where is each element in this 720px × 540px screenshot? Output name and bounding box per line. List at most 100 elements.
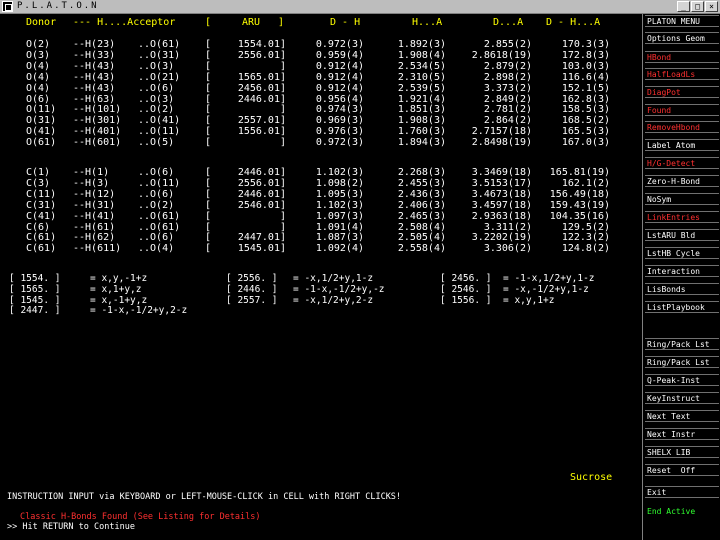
cell-h-a: 1.894(3) xyxy=(397,137,446,149)
menu-item-found[interactable]: Found xyxy=(645,104,719,116)
cell-d-h-a: 124.8(2) xyxy=(561,243,610,255)
cell-hydrogen: --H(43) xyxy=(73,82,116,94)
menu-item-reset-off[interactable]: Reset Off xyxy=(645,464,719,476)
menu-item-shelx-lib[interactable]: SHELX LIB xyxy=(645,446,719,458)
menu-item-q-peak-inst[interactable]: Q-Peak-Inst xyxy=(645,374,719,386)
cell-bracket: [ xyxy=(205,243,212,255)
cell-d-h: 1.091(4) xyxy=(315,221,364,233)
sym-code: [ 1565. ] xyxy=(9,283,61,295)
maximize-button[interactable]: □ xyxy=(691,1,704,12)
cell-donor: C(11) xyxy=(26,188,57,200)
cell-h-a: 1.908(4) xyxy=(397,49,446,61)
menu-item-ring-pack-lst[interactable]: Ring/Pack Lst xyxy=(645,356,719,368)
menu-item-listplaybook[interactable]: ListPlaybook xyxy=(645,301,719,313)
header-aru: ARU xyxy=(242,17,261,28)
cell-d-a: 2.781(2) xyxy=(483,104,532,116)
sym-op: = -1-x,-1/2+y,2-z xyxy=(90,305,188,317)
cell-d-h: 0.969(3) xyxy=(315,115,364,127)
cell-hydrogen: --H(101) xyxy=(73,104,122,116)
cell-aru: ] xyxy=(279,210,286,222)
cell-bracket: [ xyxy=(205,49,212,61)
cell-h-a: 1.908(3) xyxy=(397,115,446,127)
menu-item-halfloadls[interactable]: HalfLoadLs xyxy=(645,68,719,80)
menu-item-platon-menu[interactable]: PLATON MENU xyxy=(645,15,719,27)
menu-item-end-active[interactable]: End Active xyxy=(645,506,719,518)
header-donor: Donor xyxy=(26,17,57,28)
menu-item-interaction[interactable]: Interaction xyxy=(645,265,719,277)
cell-d-h-a: 167.0(3) xyxy=(561,137,610,149)
cell-d-h-a: 162.1(2) xyxy=(561,177,610,189)
cell-d-h-a: 159.43(19) xyxy=(549,199,610,211)
cell-hydrogen: --H(601) xyxy=(73,137,122,149)
cell-aru: 1545.01] xyxy=(237,243,286,255)
sym-op: = -1-x,-1/2+y,-z xyxy=(293,283,385,295)
menu-item-lstaru-bld[interactable]: LstARU Bld xyxy=(645,229,719,241)
cell-d-h: 1.102(3) xyxy=(315,167,364,178)
title-bar: P.L.A.T.O.N _ □ × xyxy=(0,0,720,14)
cell-d-h: 1.095(3) xyxy=(315,188,364,200)
menu-item-label-atom[interactable]: Label Atom xyxy=(645,139,719,151)
cell-hydrogen: --H(41) xyxy=(73,210,116,222)
minimize-button[interactable]: _ xyxy=(677,1,690,12)
cell-d-h-a: 156.49(18) xyxy=(549,188,610,200)
menu-item-ring-pack-lst[interactable]: Ring/Pack Lst xyxy=(645,338,719,350)
cell-donor: O(4) xyxy=(26,71,51,83)
cell-bracket: [ xyxy=(205,93,212,105)
platon-menu-sidebar: PLATON MENU Options Geom HBond HalfLoadLs Di… xyxy=(642,14,720,540)
cell-aru: 2556.01] xyxy=(237,177,286,189)
cell-d-a: 2.864(2) xyxy=(483,115,532,127)
cell-bracket: [ xyxy=(205,167,212,178)
menu-item-diagpot[interactable]: DiagPot xyxy=(645,86,719,98)
cell-hydrogen: --H(12) xyxy=(73,188,116,200)
continue-prompt[interactable]: >> Hit RETURN to Continue xyxy=(7,522,135,532)
cell-d-a: 3.2202(19) xyxy=(471,232,532,244)
sym-op: = x,y,-1+z xyxy=(90,273,148,284)
cell-donor: O(41) xyxy=(26,126,57,138)
menu-item-next-text[interactable]: Next Text xyxy=(645,410,719,422)
cell-bracket: [ xyxy=(205,177,212,189)
header-d-h-a: D - H...A xyxy=(546,17,601,28)
cell-hydrogen: --H(23) xyxy=(73,39,116,50)
cell-aru: 2447.01] xyxy=(237,232,286,244)
cell-acceptor: ..O(2) xyxy=(138,104,175,116)
output-panel[interactable]: Donor --- H....Acceptor [ ARU ] D - H H.… xyxy=(0,14,642,540)
cell-d-a: 3.311(2) xyxy=(483,221,532,233)
cell-d-h-a: 122.3(2) xyxy=(561,232,610,244)
menu-item-options-geom[interactable]: Options Geom xyxy=(645,32,719,44)
cell-d-a: 2.9363(18) xyxy=(471,210,532,222)
cell-hydrogen: --H(43) xyxy=(73,71,116,83)
cell-d-a: 3.4597(18) xyxy=(471,199,532,211)
cell-acceptor: ..O(6) xyxy=(138,188,175,200)
app-icon[interactable] xyxy=(2,1,13,12)
menu-item-nosym[interactable]: NoSym xyxy=(645,193,719,205)
menu-item-h-g-detect[interactable]: H/G-Detect xyxy=(645,157,719,169)
cell-donor: C(6) xyxy=(26,221,51,233)
cell-donor: O(4) xyxy=(26,60,51,72)
menu-item-lisbonds[interactable]: LisBonds xyxy=(645,283,719,295)
cell-h-a: 1.760(3) xyxy=(397,126,446,138)
cell-h-a: 2.436(3) xyxy=(397,188,446,200)
cell-d-h-a: 152.1(5) xyxy=(561,82,610,94)
menu-item-removehbond[interactable]: RemoveHbond xyxy=(645,121,719,133)
menu-item-zero-h-bond[interactable]: Zero-H-Bond xyxy=(645,175,719,187)
cell-h-a: 2.465(3) xyxy=(397,210,446,222)
menu-item-lsthb-cycle[interactable]: LstHB Cycle xyxy=(645,247,719,259)
header-bracket-close: ] xyxy=(278,17,285,28)
menu-item-keyinstruct[interactable]: KeyInstruct xyxy=(645,392,719,404)
menu-item-exit[interactable]: Exit xyxy=(645,486,719,498)
cell-donor: C(1) xyxy=(26,167,51,178)
cell-donor: O(3) xyxy=(26,49,51,61)
cell-bracket: [ xyxy=(205,199,212,211)
cell-h-a: 2.268(3) xyxy=(397,167,446,178)
close-button[interactable]: × xyxy=(705,1,718,12)
menu-item-next-instr[interactable]: Next Instr xyxy=(645,428,719,440)
cell-donor: C(41) xyxy=(26,210,57,222)
cell-bracket: [ xyxy=(205,71,212,83)
cell-h-a: 1.921(4) xyxy=(397,93,446,105)
sym-op: = -x,-1/2+y,1-z xyxy=(503,283,589,295)
cell-h-a: 2.406(3) xyxy=(397,199,446,211)
menu-item-hbond[interactable]: HBond xyxy=(645,51,719,63)
menu-item-linkentries[interactable]: LinkEntries xyxy=(645,211,719,223)
sym-code: [ 2447. ] xyxy=(9,305,61,317)
sym-code: [ 2446. ] xyxy=(226,283,278,295)
